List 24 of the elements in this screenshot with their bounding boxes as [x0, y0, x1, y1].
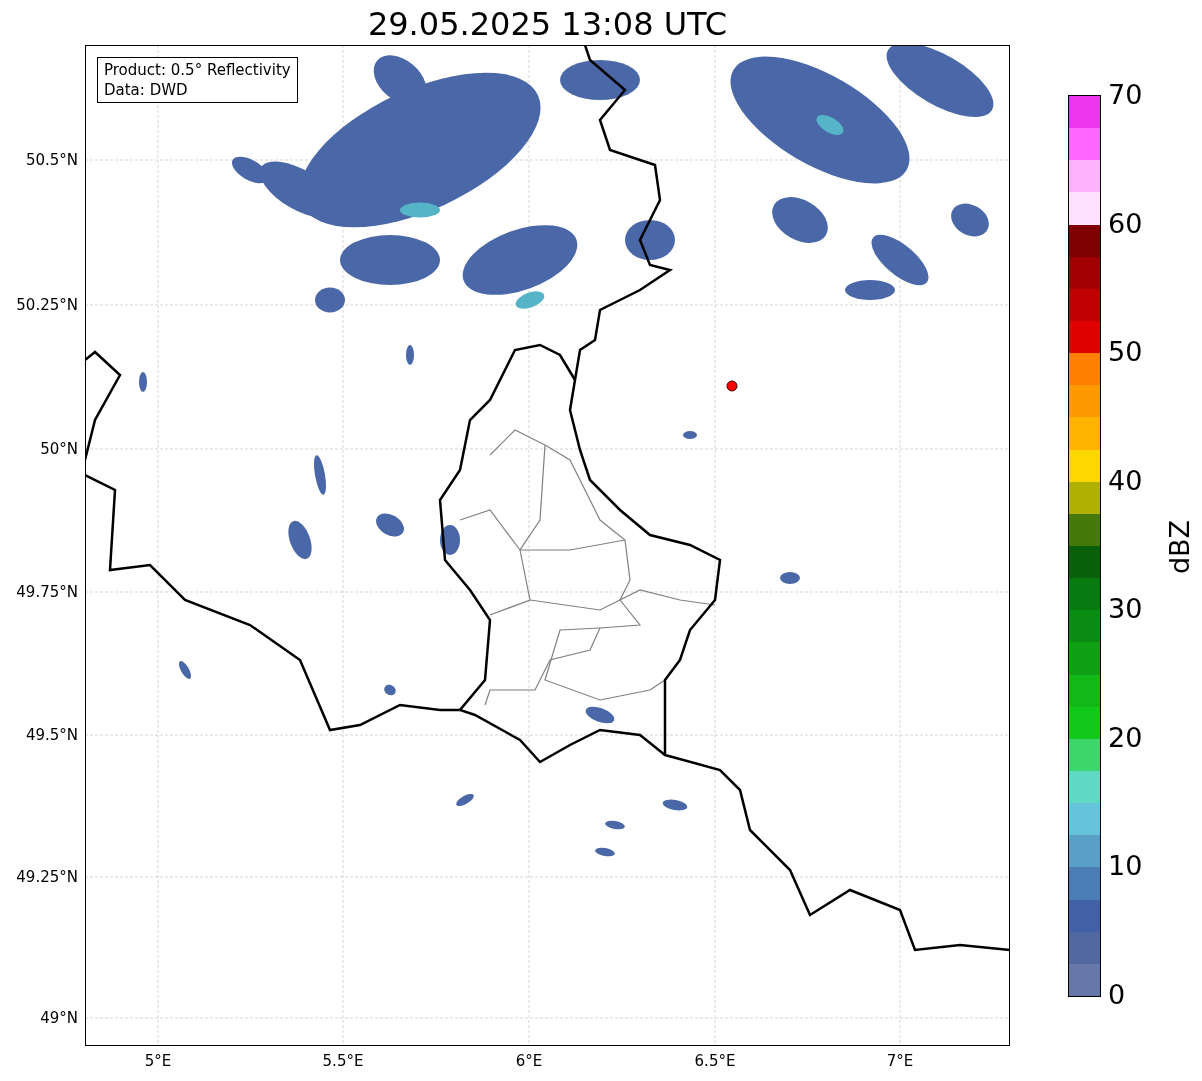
y-tick-label: 49.75°N [16, 583, 78, 601]
y-tick-label: 49°N [40, 1009, 78, 1027]
y-tick-label: 49.25°N [16, 868, 78, 886]
colorbar-tick-label: 20 [1108, 722, 1143, 753]
x-tick-label: 5°E [143, 1052, 173, 1070]
colorbar-label: dBZ [1165, 518, 1195, 577]
colorbar-tick-label: 60 [1108, 208, 1143, 239]
y-tick-label: 50.5°N [25, 151, 78, 169]
chart-title: 29.05.2025 13:08 UTC [366, 4, 729, 44]
y-tick-label: 50.25°N [16, 296, 78, 314]
x-tick-label: 5.5°E [321, 1052, 365, 1070]
x-tick-label: 6.5°E [693, 1052, 737, 1070]
x-tick-label: 7°E [885, 1052, 915, 1070]
colorbar-tick-label: 40 [1108, 465, 1143, 496]
colorbar-tick-label: 50 [1108, 337, 1143, 368]
x-tick-label: 6°E [514, 1052, 544, 1070]
colorbar-tick-label: 10 [1108, 851, 1143, 882]
y-tick-label: 49.5°N [25, 726, 78, 744]
colorbar-tick-label: 30 [1108, 594, 1143, 625]
legend-text: Product: 0.5° Reflectivity [104, 60, 291, 80]
colorbar-tick-label: 0 [1108, 980, 1126, 1010]
y-tick-label: 50°N [40, 440, 78, 458]
legend-text: Data: DWD [104, 80, 189, 100]
colorbar-tick-label: 70 [1108, 80, 1143, 110]
